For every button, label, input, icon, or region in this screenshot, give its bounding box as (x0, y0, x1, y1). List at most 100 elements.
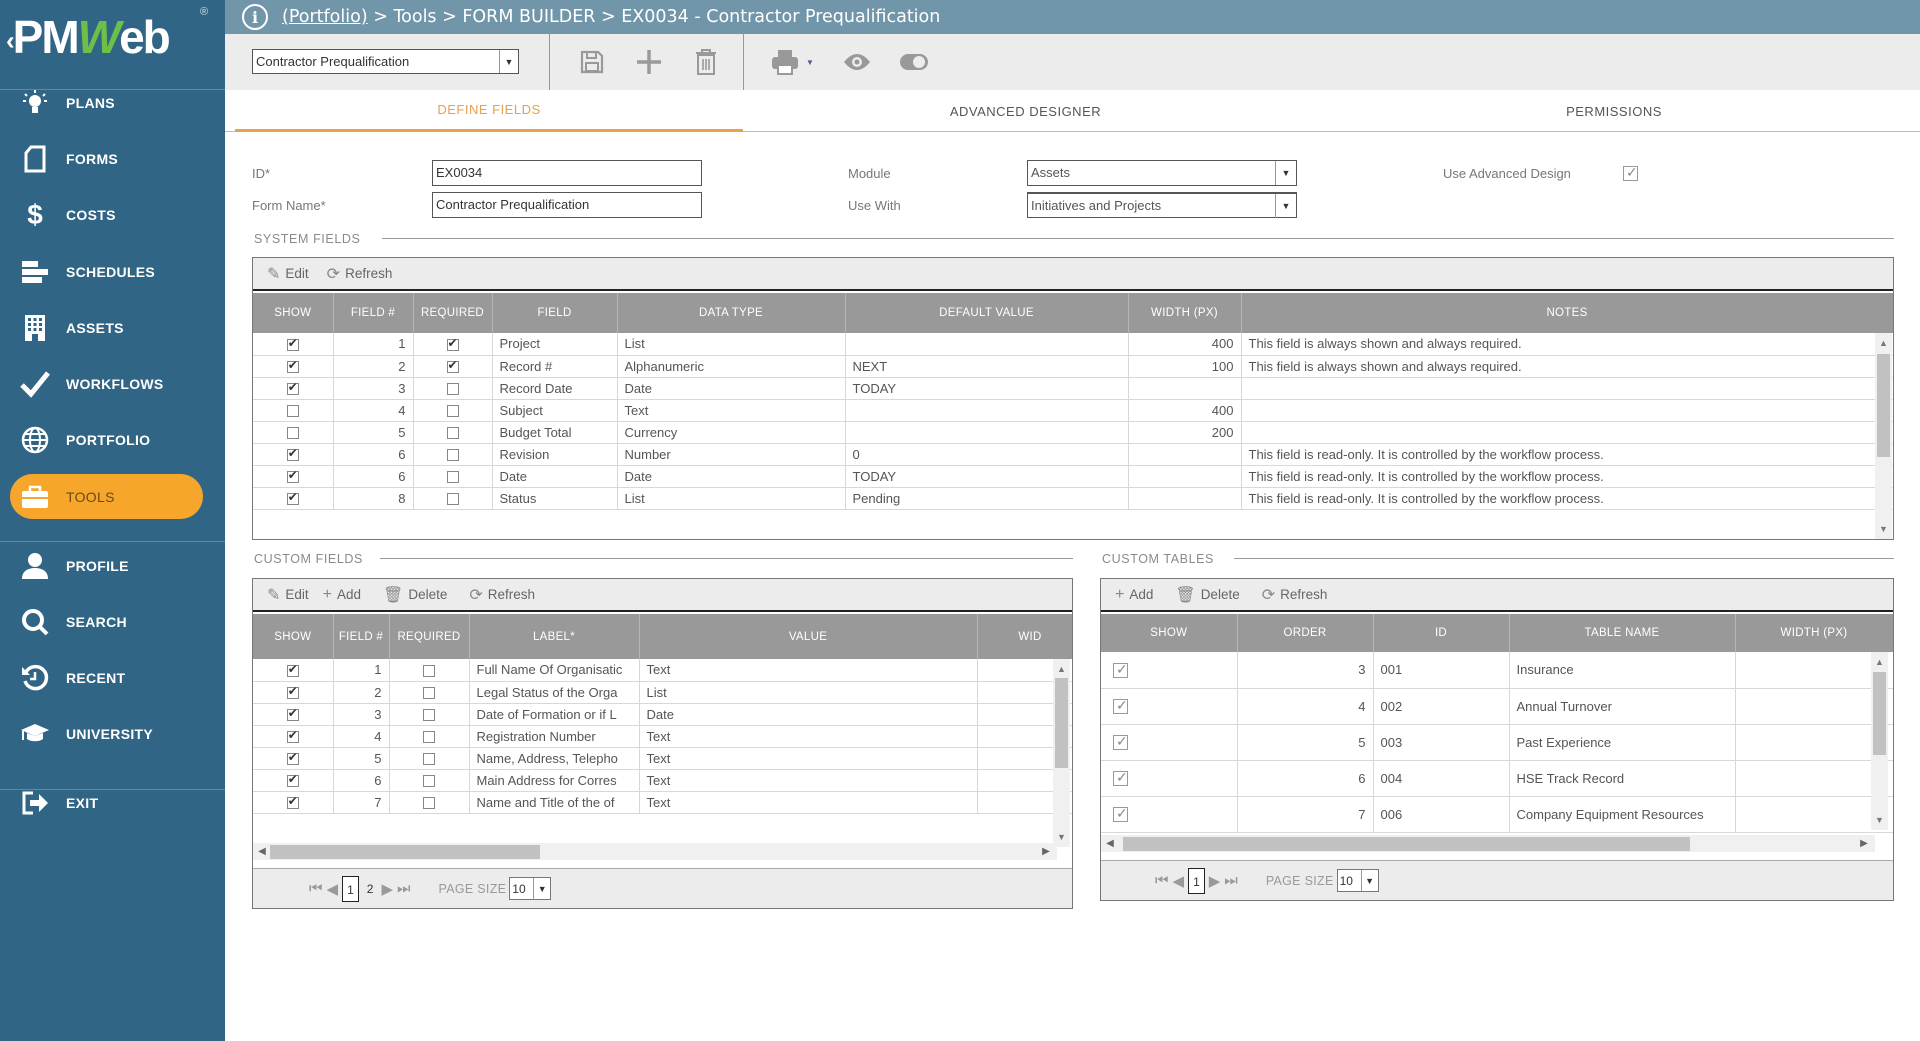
required-checkbox[interactable] (423, 687, 435, 700)
sidebar-item-schedules[interactable]: SCHEDULES (10, 249, 203, 294)
delete-icon[interactable] (690, 46, 722, 78)
required-checkbox[interactable] (446, 493, 459, 506)
required-checkbox[interactable] (446, 336, 459, 351)
save-icon[interactable] (576, 46, 608, 78)
column-header[interactable]: FIELD # (333, 614, 390, 659)
first-page-icon[interactable]: ⏮ (309, 880, 323, 897)
show-checkbox[interactable] (286, 427, 299, 440)
required-checkbox[interactable] (423, 709, 435, 722)
preview-eye-icon[interactable] (841, 46, 873, 78)
table-row[interactable]: 4002Annual Turnover (1101, 688, 1893, 725)
table-row[interactable]: 6004HSE Track Record (1101, 760, 1893, 797)
custom-fields-horizontal-scrollbar[interactable]: ◀ ▶ (253, 843, 1057, 860)
page-1-button[interactable]: 1 (342, 875, 359, 902)
scroll-right-icon[interactable]: ▶ (1857, 835, 1871, 852)
table-row[interactable]: 2 Record #AlphanumericNEXT100This field i… (253, 355, 1893, 378)
prev-page-icon[interactable]: ◀ (327, 880, 339, 898)
custom-fields-delete-button[interactable]: 🗑︎ Delete (383, 585, 447, 605)
column-header[interactable]: NOTES (1241, 293, 1893, 333)
system-fields-edit-button[interactable]: ✎ Edit (267, 264, 309, 284)
show-checkbox[interactable] (286, 446, 299, 462)
table-row[interactable]: 2 Legal Status of the OrgaList (253, 681, 1072, 704)
show-checkbox[interactable] (286, 336, 299, 351)
first-page-icon[interactable]: ⏮ (1155, 872, 1169, 889)
column-header[interactable]: WIDTH (PX) (1128, 293, 1242, 333)
sidebar-item-forms[interactable]: FORMS (10, 136, 203, 181)
table-row[interactable]: 1 Full Name Of OrganisaticText (253, 659, 1072, 682)
show-checkbox[interactable] (286, 794, 299, 810)
page-size-select[interactable]: 10 ▼ (509, 877, 552, 900)
table-row[interactable]: 4 Subject Text 400 (253, 399, 1893, 422)
table-row[interactable]: 1 ProjectList 400This field is always show… (253, 333, 1893, 356)
scroll-up-icon[interactable]: ▲ (1053, 661, 1070, 677)
required-checkbox[interactable] (423, 797, 435, 810)
column-header[interactable]: WID (977, 614, 1072, 659)
last-page-icon[interactable]: ⏭ (397, 880, 411, 897)
table-row[interactable]: 6DateDateTODAYThis field is read-only. I… (253, 465, 1893, 488)
scrollbar-thumb[interactable] (270, 845, 540, 859)
id-input[interactable]: EX0034 (432, 160, 702, 186)
table-row[interactable]: 5003Past Experience (1101, 724, 1893, 761)
sidebar-item-university[interactable]: UNIVERSITY (10, 711, 203, 756)
column-header[interactable]: ORDER (1237, 614, 1374, 652)
tab-advanced-designer[interactable]: ADVANCED DESIGNER (743, 90, 1308, 132)
show-checkbox[interactable] (1113, 769, 1128, 787)
custom-fields-edit-button[interactable]: ✎ Edit (267, 585, 309, 605)
column-header[interactable]: SHOW (253, 614, 334, 659)
sidebar-item-workflows[interactable]: WORKFLOWS (10, 361, 203, 406)
table-row[interactable]: 6 RevisionNumber0 This field is read-only.… (253, 443, 1893, 466)
required-checkbox[interactable] (423, 775, 435, 788)
required-checkbox[interactable] (446, 471, 459, 484)
table-row[interactable]: 4 Registration NumberText (253, 725, 1072, 748)
module-select[interactable]: Assets ▼ (1027, 160, 1297, 186)
table-row[interactable]: 6 Main Address for CorresText (253, 769, 1072, 792)
show-checkbox[interactable] (286, 684, 299, 700)
form-selector-dropdown[interactable]: Contractor Prequalification ▼ (252, 49, 519, 74)
custom-tables-vertical-scrollbar[interactable]: ▲ ▼ (1871, 652, 1888, 830)
custom-tables-add-button[interactable]: + Add (1115, 586, 1153, 604)
column-header[interactable]: VALUE (639, 614, 978, 659)
tab-permissions[interactable]: PERMISSIONS (1308, 90, 1920, 132)
print-icon[interactable] (769, 46, 801, 78)
column-header[interactable]: DATA TYPE (617, 293, 846, 333)
table-row[interactable]: 8 StatusListPending This field is read-onl… (253, 487, 1893, 510)
table-row[interactable]: 5 Name, Address, TelephoText (253, 747, 1072, 770)
required-checkbox[interactable] (423, 731, 435, 744)
print-options-chevron-icon[interactable]: ▼ (803, 46, 817, 78)
use-with-select[interactable]: Initiatives and Projects ▼ (1027, 192, 1297, 218)
required-checkbox[interactable] (446, 427, 459, 440)
breadcrumb-portfolio-link[interactable]: (Portfolio) (282, 7, 368, 27)
required-checkbox[interactable] (423, 753, 435, 766)
scroll-up-icon[interactable]: ▲ (1871, 654, 1888, 670)
sidebar-item-recent[interactable]: RECENT (10, 655, 203, 700)
required-checkbox[interactable] (446, 383, 459, 396)
scrollbar-thumb[interactable] (1873, 672, 1886, 755)
next-page-icon[interactable]: ▶ (1209, 872, 1221, 890)
sidebar-item-search[interactable]: SEARCH (10, 599, 203, 644)
info-icon[interactable]: i (242, 4, 268, 30)
scrollbar-thumb[interactable] (1055, 678, 1068, 768)
scroll-left-icon[interactable]: ◀ (255, 843, 269, 860)
show-checkbox[interactable] (1113, 733, 1128, 751)
sidebar-item-exit[interactable]: EXIT (10, 780, 203, 825)
show-checkbox[interactable] (286, 468, 299, 484)
show-checkbox[interactable] (286, 358, 299, 374)
show-checkbox[interactable] (286, 706, 299, 722)
required-checkbox[interactable] (446, 405, 459, 418)
page-1-button[interactable]: 1 (1188, 867, 1205, 894)
required-checkbox[interactable] (446, 358, 459, 374)
show-checkbox[interactable] (286, 662, 299, 677)
scrollbar-thumb[interactable] (1123, 837, 1690, 851)
column-header[interactable]: WIDTH (PX) (1735, 614, 1893, 652)
system-fields-refresh-button[interactable]: ⟳ Refresh (327, 264, 393, 284)
next-page-icon[interactable]: ▶ (381, 880, 393, 898)
scrollbar-thumb[interactable] (1877, 354, 1890, 457)
column-header[interactable]: TABLE NAME (1509, 614, 1736, 652)
show-checkbox[interactable] (1113, 661, 1128, 678)
toggle-icon[interactable] (898, 46, 930, 78)
column-header[interactable]: FIELD (492, 293, 618, 333)
custom-fields-refresh-button[interactable]: ⟳ Refresh (469, 585, 535, 605)
use-advanced-design-checkbox[interactable] (1623, 164, 1638, 181)
show-checkbox[interactable] (286, 405, 299, 418)
column-header[interactable]: SHOW (253, 293, 334, 333)
